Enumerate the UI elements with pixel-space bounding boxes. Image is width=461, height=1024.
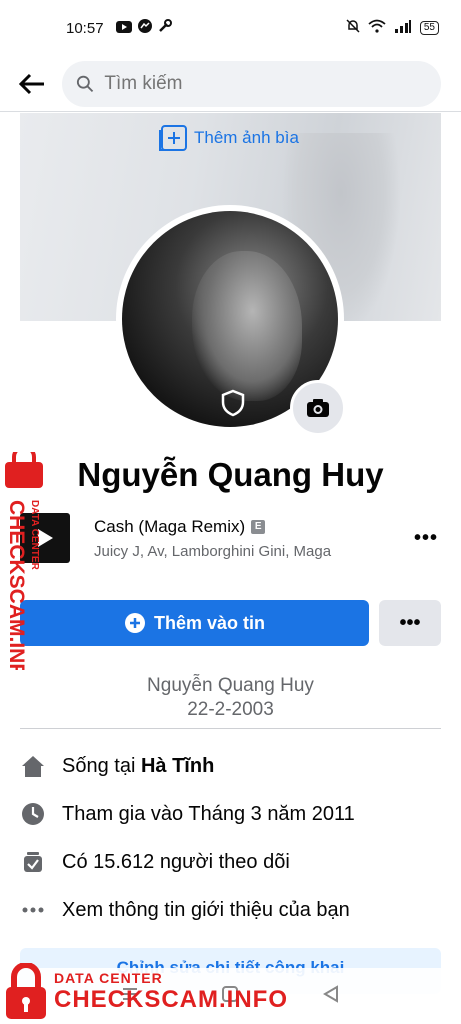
search-bar[interactable]: [62, 60, 441, 107]
ellipsis-icon: [20, 897, 46, 923]
wifi-icon: [368, 19, 386, 37]
plus-circle-icon: [124, 613, 145, 633]
add-photo-icon: [159, 125, 187, 151]
profile-more-button[interactable]: •••: [379, 600, 441, 646]
explicit-badge: E: [251, 519, 266, 534]
search-header: [0, 56, 461, 112]
profile-music[interactable]: Cash (Maga Remix) E Juicy J, Av, Lamborg…: [20, 512, 441, 564]
add-to-story-label: Thêm vào tin: [153, 612, 265, 633]
watermark-small: DATA CENTER: [54, 970, 163, 986]
svg-text:DATA CENTER: DATA CENTER: [29, 500, 40, 571]
status-bar: 10:57 55: [0, 0, 461, 56]
search-input[interactable]: [104, 72, 427, 95]
change-profile-picture-button[interactable]: [290, 380, 346, 436]
home-icon: [20, 753, 46, 779]
music-more-button[interactable]: •••: [411, 527, 441, 550]
mute-bell-icon: [346, 19, 360, 37]
profile-details: Sống tại Hà Tĩnh Tham gia vào Tháng 3 nă…: [20, 742, 441, 934]
signal-icon: [394, 19, 412, 37]
search-icon: [76, 75, 94, 92]
profile-guard-shield-icon: [221, 389, 245, 417]
clock-icon: [20, 801, 46, 827]
followers-text: Có 15.612 người theo dõi: [62, 850, 290, 873]
back-arrow-icon: [18, 73, 44, 94]
add-cover-label: Thêm ảnh bìa: [194, 128, 299, 147]
detail-joined: Tham gia vào Tháng 3 năm 2011: [20, 790, 441, 838]
back-nav-icon[interactable]: [322, 984, 340, 1008]
bio-line-1: Nguyễn Quang Huy: [147, 675, 314, 696]
lives-place[interactable]: Hà Tĩnh: [141, 755, 214, 777]
song-artists: Juicy J, Av, Lamborghini Gini, Maga: [94, 542, 332, 560]
song-title: Cash (Maga Remix): [94, 516, 246, 536]
lock-icon: [6, 963, 46, 1019]
back-button[interactable]: [14, 66, 50, 102]
about-text: Xem thông tin giới thiệu của bạn: [62, 898, 350, 921]
detail-followers[interactable]: Có 15.612 người theo dõi: [20, 838, 441, 886]
profile-name: Nguyễn Quang Huy: [77, 456, 384, 493]
status-time: 10:57: [66, 19, 104, 37]
bio-line-2: 22-2-2003: [187, 699, 274, 720]
camera-icon: [307, 399, 329, 417]
bio: Nguyễn Quang Huy 22-2-2003: [0, 674, 461, 722]
watermark-side-logo: CHECKSCAM.INFO DATA CENTER: [5, 452, 43, 670]
wrench-icon: [158, 19, 172, 37]
add-to-story-button[interactable]: Thêm vào tin: [20, 600, 369, 646]
svg-text:CHECKSCAM.INFO: CHECKSCAM.INFO: [5, 500, 28, 670]
divider: [20, 728, 441, 729]
youtube-icon: [115, 20, 132, 37]
detail-lives-in: Sống tại Hà Tĩnh: [20, 742, 441, 790]
battery-indicator: 55: [419, 21, 439, 35]
watermark-bottom: DATA CENTER CHECKSCAM.INFO: [0, 960, 300, 1024]
detail-about[interactable]: Xem thông tin giới thiệu của bạn: [20, 886, 441, 934]
messenger-icon: [137, 19, 152, 37]
watermark-big: CHECKSCAM.INFO: [54, 986, 288, 1013]
joined-text: Tham gia vào Tháng 3 năm 2011: [62, 802, 355, 825]
add-cover-photo-button[interactable]: Thêm ảnh bìa: [158, 124, 299, 152]
followers-icon: [20, 849, 46, 875]
